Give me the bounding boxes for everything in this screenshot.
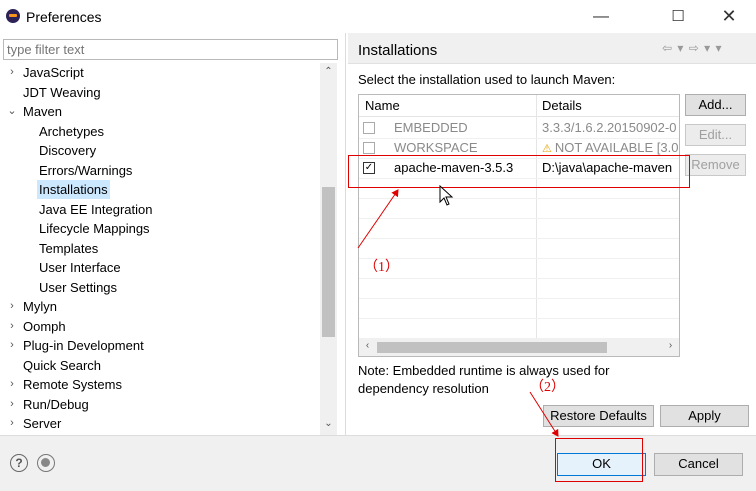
annotation-arrow-1 (357, 189, 399, 249)
annotation-arrows (357, 184, 559, 437)
mouse-cursor-icon (439, 184, 454, 206)
annotation-arrow-2 (529, 391, 559, 437)
